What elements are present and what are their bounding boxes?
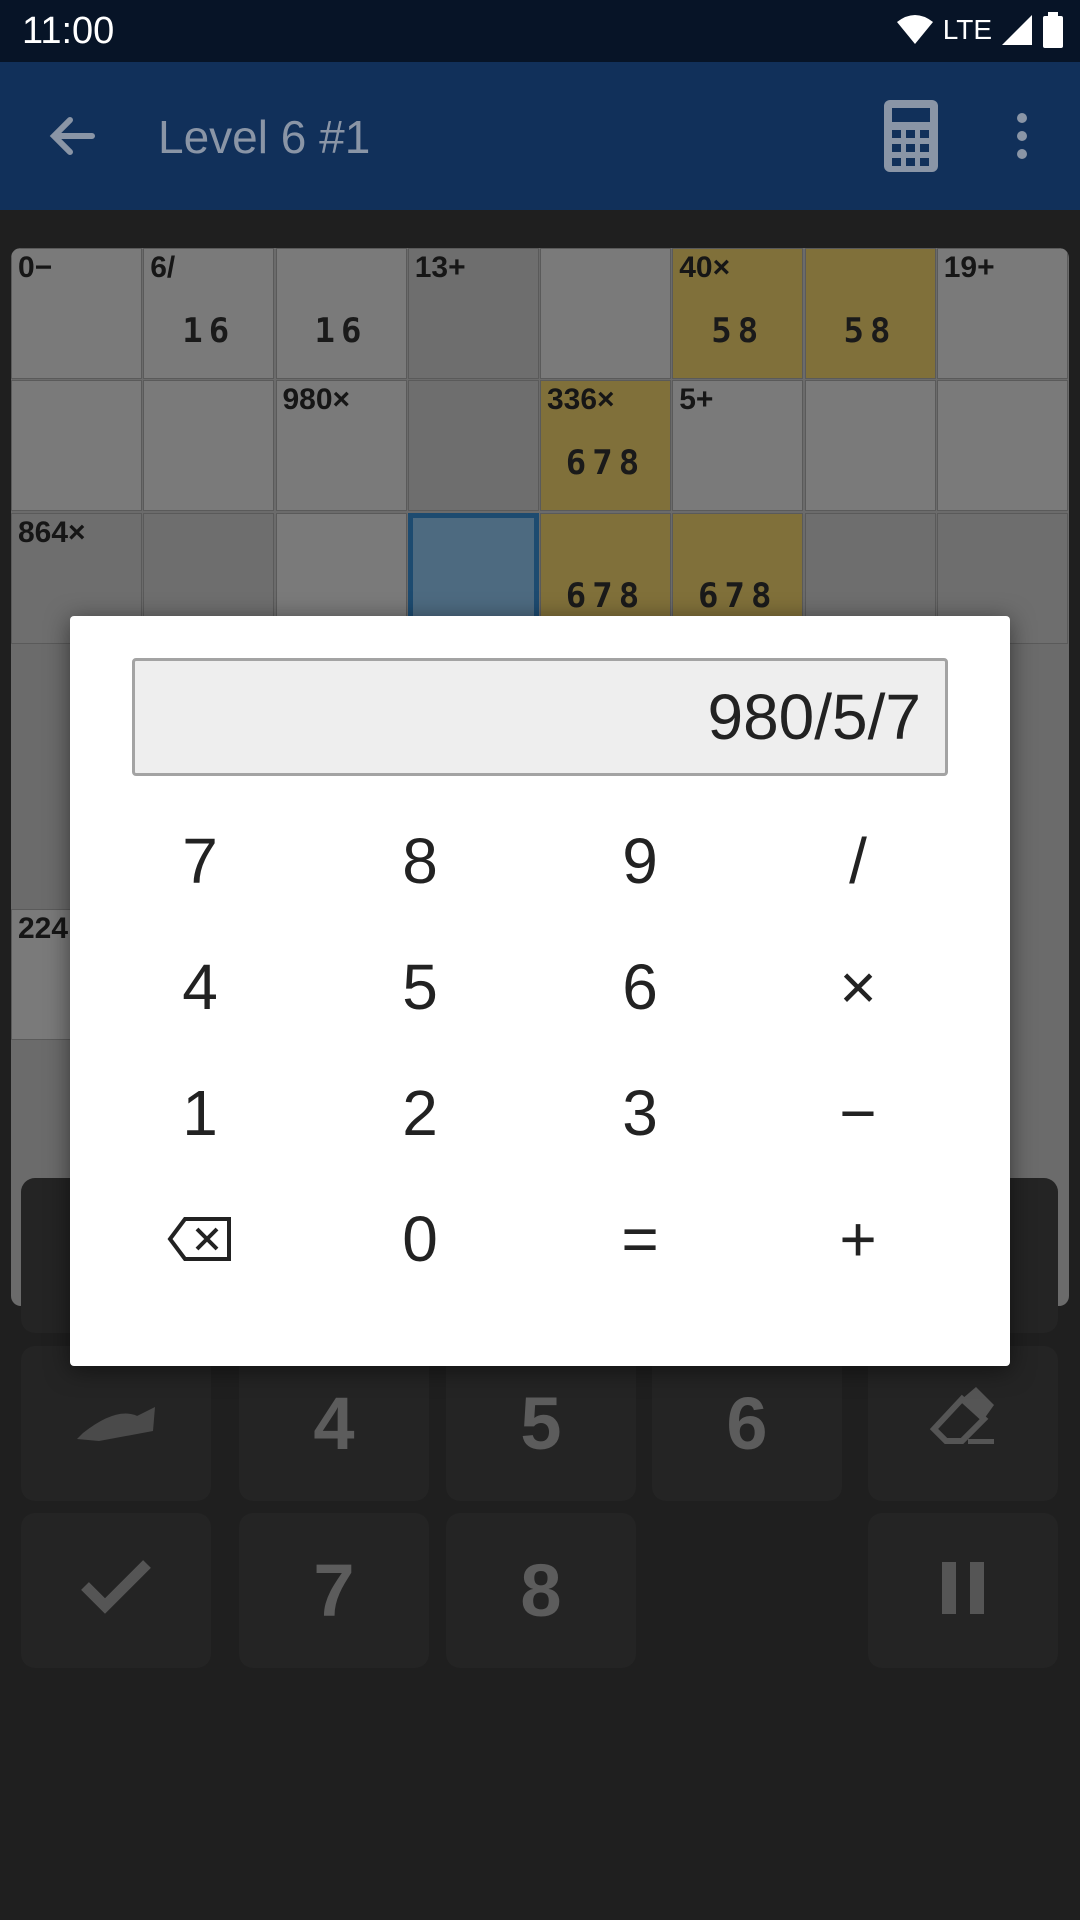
calc-key[interactable]: + <box>748 1184 968 1294</box>
backspace-button[interactable] <box>90 1184 310 1294</box>
calc-key[interactable]: 1 <box>90 1058 310 1168</box>
network-type: LTE <box>942 14 992 45</box>
calc-key[interactable]: 0 <box>310 1184 530 1294</box>
signal-icon <box>1002 15 1032 45</box>
status-icons: LTE <box>895 10 1064 50</box>
calc-key[interactable]: − <box>748 1058 968 1168</box>
calc-key[interactable]: 9 <box>530 806 750 916</box>
calc-key[interactable]: 7 <box>90 806 310 916</box>
calc-key[interactable]: / <box>748 806 968 916</box>
calc-key[interactable]: × <box>748 932 968 1042</box>
calc-key[interactable]: 3 <box>530 1058 750 1168</box>
status-bar: 11:00 LTE <box>0 0 1080 62</box>
calculator-dialog: 980/5/7 7 8 9/ 4 5 6 × 1 2 3− 0 = + <box>70 616 1010 1366</box>
calc-key[interactable]: = <box>530 1184 750 1294</box>
status-time: 11:00 <box>22 10 115 52</box>
calc-key[interactable]: 2 <box>310 1058 530 1168</box>
backspace-icon <box>167 1217 231 1261</box>
wifi-icon <box>896 15 933 44</box>
battery-icon <box>1043 12 1063 48</box>
calc-key[interactable]: 5 <box>310 932 530 1042</box>
calculator-display: 980/5/7 <box>132 658 948 776</box>
calc-key[interactable]: 8 <box>310 806 530 916</box>
calc-key[interactable]: 4 <box>90 932 310 1042</box>
calc-key[interactable]: 6 <box>530 932 750 1042</box>
